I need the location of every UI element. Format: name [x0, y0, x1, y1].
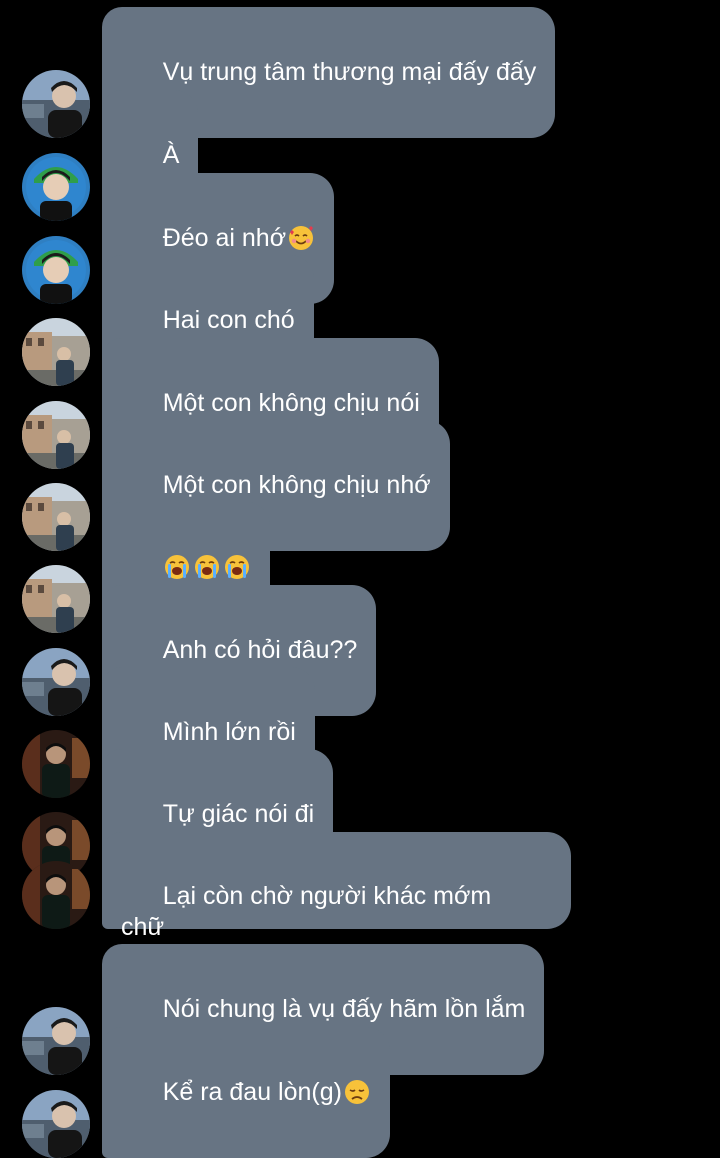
chat-thread: Vụ trung tâm thương mại đấy đấy À Đéo ai… — [0, 0, 720, 1158]
message-text: Vụ trung tâm thương mại đấy đấy — [162, 58, 537, 86]
loudly-crying-face-emoji — [224, 555, 249, 579]
message-text: Hai con chó — [162, 306, 295, 334]
message-bubble[interactable]: Lại còn chờ người khác mớm chữ vào mồm l… — [102, 832, 571, 972]
avatar-dark-room[interactable] — [22, 861, 90, 929]
disappointed-face-emoji — [344, 1080, 369, 1104]
message-text: Kể ra đau lòn(g) — [162, 1078, 342, 1106]
message-bubble[interactable]: Kể ra đau lòn(g) — [102, 1027, 390, 1158]
message-text: Đéo ai nhớ — [162, 224, 287, 252]
message-text: À — [162, 141, 180, 169]
message-row: Kể ra đau lòn(g) — [22, 1027, 390, 1158]
message-row: Lại còn chờ người khác mớm chữ vào mồm l… — [22, 832, 571, 972]
message-text: Một con không chịu nhớ — [162, 471, 431, 499]
message-text: Một con không chịu nói — [162, 389, 420, 417]
message-text: Mình lớn rồi — [162, 718, 296, 746]
message-text: Tự giác nói đi — [162, 800, 315, 828]
loudly-crying-face-emoji — [164, 555, 189, 579]
loudly-crying-face-emoji — [194, 555, 219, 579]
message-text: Nói chung là vụ đấy hãm lồn lắm — [162, 995, 526, 1023]
smiling-face-with-hearts-emoji — [289, 226, 314, 250]
avatar-city-boy[interactable] — [22, 1090, 90, 1158]
message-text: Anh có hỏi đâu?? — [162, 636, 358, 664]
